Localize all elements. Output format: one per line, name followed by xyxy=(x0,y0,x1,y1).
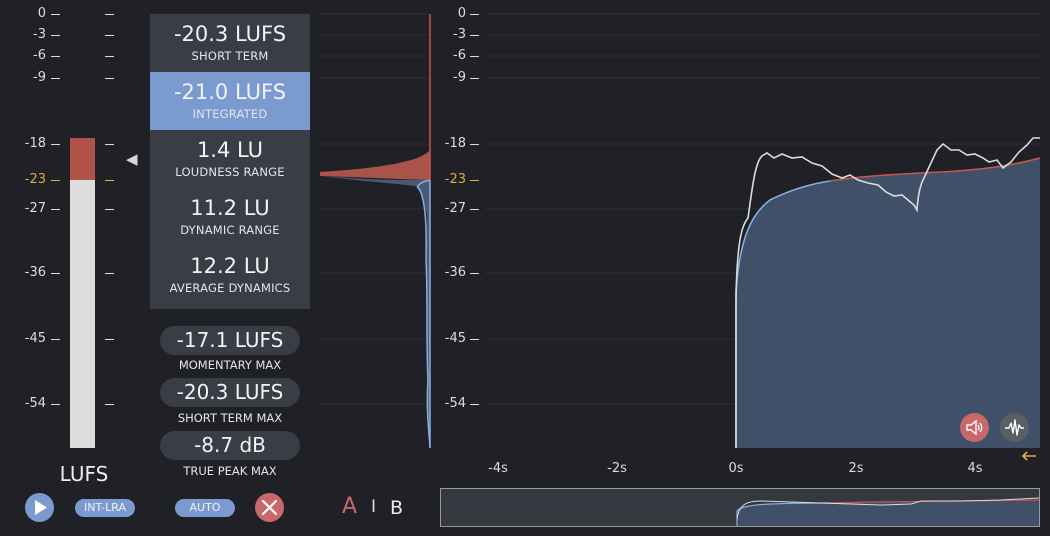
loudness-histogram xyxy=(320,13,431,449)
overview-scrollbar[interactable] xyxy=(440,488,1040,527)
readout-label: SHORT TERM xyxy=(191,49,269,63)
meter-scale-label: -54 xyxy=(24,396,46,411)
lra-bracket-left: [ xyxy=(63,160,70,176)
true-peak-max-value[interactable]: -8.7 dB xyxy=(160,431,300,460)
int-lra-button[interactable]: INT-LRA xyxy=(75,499,135,517)
integrated-marker-icon: ◀ xyxy=(126,150,138,168)
meter-scale-label: -9 xyxy=(33,70,46,85)
meter-scale-label: -18 xyxy=(24,136,46,151)
readout-dynamic-range[interactable]: 11.2 LU DYNAMIC RANGE xyxy=(150,188,310,246)
true-peak-max-label: TRUE PEAK MAX xyxy=(183,464,277,478)
readout-label: LOUDNESS RANGE xyxy=(175,165,285,179)
readout-loudness-range[interactable]: 1.4 LU LOUDNESS RANGE xyxy=(150,130,310,188)
meter-scale-label: -6 xyxy=(33,48,46,63)
speaker-icon xyxy=(966,419,983,436)
meter-target-label: -23 xyxy=(24,172,46,187)
readout-value: 12.2 LU xyxy=(190,254,270,278)
b-toggle[interactable]: B xyxy=(390,497,403,519)
play-button[interactable] xyxy=(25,493,54,522)
play-icon xyxy=(35,500,47,515)
reset-button[interactable] xyxy=(255,493,284,522)
short-term-max-label: SHORT TERM MAX xyxy=(177,411,283,425)
time-axis-label: 4s xyxy=(967,461,983,476)
meter-unit-label: LUFS xyxy=(59,462,109,486)
lra-bracket-right: ] xyxy=(95,160,102,176)
loudness-meter-over-target xyxy=(70,138,95,180)
waveform-icon xyxy=(1005,419,1024,436)
meter-scale-label: -45 xyxy=(24,331,46,346)
loudness-meter-bar xyxy=(70,138,95,448)
ab-separator: I xyxy=(371,497,377,517)
short-term-max-value[interactable]: -20.3 LUFS xyxy=(160,378,300,407)
readout-value: -20.3 LUFS xyxy=(173,22,287,46)
time-axis-label: 2s xyxy=(848,461,864,476)
meter-scale-label: 0 xyxy=(37,6,46,21)
readout-average-dynamics[interactable]: 12.2 LU AVERAGE DYNAMICS xyxy=(150,246,310,304)
meter-scale-label: -3 xyxy=(33,27,46,42)
readout-value: 1.4 LU xyxy=(196,138,264,162)
auto-button[interactable]: AUTO xyxy=(175,499,235,517)
readout-panel: -20.3 LUFS SHORT TERM -21.0 LUFS INTEGRA… xyxy=(150,14,310,309)
readout-value: 11.2 LU xyxy=(190,196,270,220)
readout-integrated[interactable]: -21.0 LUFS INTEGRATED xyxy=(150,72,310,130)
readout-label: AVERAGE DYNAMICS xyxy=(169,281,291,295)
readout-label: INTEGRATED xyxy=(192,107,268,121)
close-icon xyxy=(261,499,278,516)
readout-short-term[interactable]: -20.3 LUFS SHORT TERM xyxy=(150,14,310,72)
overview-graph xyxy=(736,497,1039,526)
meter-scale-label: -27 xyxy=(24,201,46,216)
loudness-history-graph xyxy=(485,13,1041,448)
momentary-max-label: MOMENTARY MAX xyxy=(178,358,282,372)
readout-value: -21.0 LUFS xyxy=(173,80,287,104)
waveform-toggle-button[interactable] xyxy=(1000,413,1029,442)
audio-toggle-button[interactable] xyxy=(960,413,989,442)
arrow-left-icon[interactable] xyxy=(1020,450,1038,462)
time-axis-label: 0s xyxy=(728,461,744,476)
time-axis-label: -4s xyxy=(488,461,508,476)
time-axis-label: -2s xyxy=(607,461,627,476)
readout-label: DYNAMIC RANGE xyxy=(180,223,280,237)
meter-scale-label: -36 xyxy=(24,265,46,280)
momentary-max-value[interactable]: -17.1 LUFS xyxy=(160,326,300,355)
a-toggle[interactable]: A xyxy=(342,494,357,519)
